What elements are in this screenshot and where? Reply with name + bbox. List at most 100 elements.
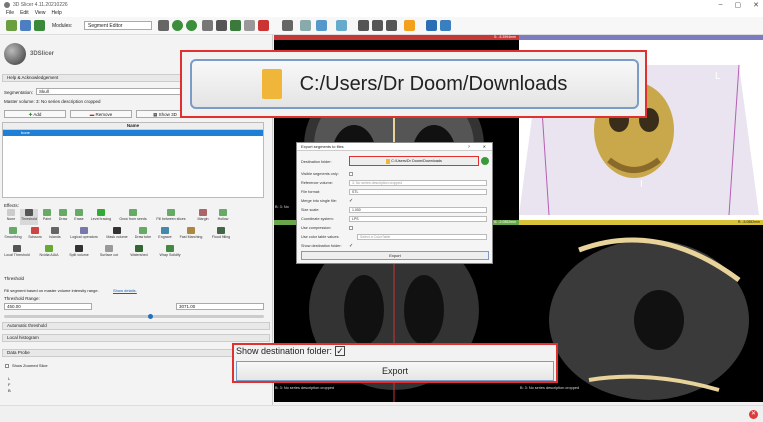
hollow-icon [219, 209, 227, 216]
coordinate-system-select[interactable]: LPS [349, 216, 487, 222]
effect-none[interactable]: None [2, 209, 20, 225]
mouse-mode-icon[interactable] [300, 20, 311, 31]
models-icon[interactable] [230, 20, 241, 31]
show-details-link[interactable]: Show details. [113, 288, 137, 293]
color-table-select[interactable]: Select a ColorTable [357, 234, 487, 240]
effect-draw-tube[interactable]: Draw tube [132, 227, 154, 243]
threshold-max-input[interactable]: 3071.00 [176, 303, 264, 310]
visible-segments-checkbox[interactable] [349, 172, 353, 176]
effect-local-threshold[interactable]: Local Threshold [2, 245, 32, 261]
show-zoomed-slice-checkbox[interactable]: Show Zoomed Slice [5, 363, 48, 368]
automatic-threshold-section[interactable]: Automatic threshold [2, 322, 270, 330]
remove-segment-button[interactable]: ▬ Remove [70, 110, 132, 118]
effect-hollow[interactable]: Hollow [214, 209, 232, 225]
effect-watershed[interactable]: Watershed [126, 245, 152, 261]
destination-folder-button[interactable]: C:/Users/Dr Doom/Downloads [349, 156, 479, 166]
minimize-icon[interactable]: – [719, 1, 723, 9]
transforms-icon[interactable] [244, 20, 255, 31]
table-row[interactable]: bone [3, 130, 263, 136]
effect-label: Split volume [69, 253, 89, 257]
menu-file[interactable]: File [6, 10, 14, 16]
effects-label: Effects: [4, 203, 19, 208]
dialog-export-button[interactable]: Export [301, 251, 489, 260]
effect-split-volume[interactable]: Split volume [66, 245, 92, 261]
menu-help[interactable]: Help [51, 10, 61, 16]
reference-volume-field[interactable]: 3: No series description cropped [349, 180, 487, 186]
merge-checkbox[interactable]: ✓ [349, 198, 353, 204]
modules-label: Modules: [52, 23, 73, 29]
volumes-icon[interactable] [216, 20, 227, 31]
add-segment-button[interactable]: ✚ Add [4, 110, 66, 118]
file-format-select[interactable]: STL [349, 189, 487, 195]
back-icon[interactable] [172, 20, 183, 31]
zoomed-checkbox[interactable]: ✓ [335, 346, 346, 356]
close-icon[interactable]: ✕ [483, 143, 486, 151]
effect-nvidia-aiaa[interactable]: Nvidia AIAA [36, 245, 62, 261]
export-zoom-callout: Show destination folder: ✓ Export [232, 343, 558, 383]
module-history-icon[interactable] [158, 20, 169, 31]
maximize-icon[interactable]: ▢ [735, 1, 742, 9]
help-icon[interactable]: ? [468, 143, 470, 151]
zoomed-destination-button[interactable]: C:/Users/Dr Doom/Downloads [190, 59, 639, 109]
effect-flood-filling[interactable]: Flood filling [208, 227, 234, 243]
load-data-icon[interactable] [6, 20, 17, 31]
color-table-value: Select a ColorTable [360, 235, 391, 239]
place-fiducial-icon[interactable] [316, 20, 327, 31]
save-icon[interactable] [34, 20, 45, 31]
destination-value: C:/Users/Dr Doom/Downloads [391, 159, 442, 163]
effect-wrap-solidify[interactable]: Wrap Solidify [156, 245, 184, 261]
markups-icon[interactable] [258, 20, 269, 31]
dialog-export-label: Export [389, 253, 401, 258]
extension-icon[interactable] [386, 20, 397, 31]
effect-scissors[interactable]: Scissors [26, 227, 44, 243]
dicom-icon[interactable] [20, 20, 31, 31]
checkbox-box[interactable] [5, 363, 9, 368]
open-folder-icon[interactable] [481, 157, 489, 165]
master-volume-value[interactable]: 3: No series description cropped [36, 99, 101, 104]
compression-checkbox[interactable] [349, 226, 353, 230]
close-icon[interactable]: ✕ [753, 1, 759, 9]
threshold-min-input[interactable]: 450.00 [4, 303, 92, 310]
name-column-header: Name [126, 123, 140, 128]
zoomed-export-button[interactable]: Export [236, 361, 554, 381]
orientation-label-i: I [640, 179, 643, 190]
effect-threshold[interactable]: Threshold [20, 209, 38, 225]
effect-label: Local Threshold [4, 253, 30, 257]
crosshair-mode-icon[interactable] [336, 20, 347, 31]
show-destination-checkbox[interactable]: ✓ [349, 243, 353, 249]
effect-fast-marching[interactable]: Fast Marching [178, 227, 204, 243]
nvidia-icon [45, 245, 53, 252]
data-module-icon[interactable] [202, 20, 213, 31]
effect-islands[interactable]: Islands [46, 227, 64, 243]
threshold-description: Fill segment based on master volume inte… [4, 288, 99, 293]
error-log-icon[interactable]: ✕ [749, 410, 758, 419]
effect-logical-operators[interactable]: Logical operators [66, 227, 102, 243]
effect-level-tracing[interactable]: Level tracing [88, 209, 114, 225]
effect-mask-volume[interactable]: Mask volume [104, 227, 130, 243]
data-probe-section[interactable]: Data Probe [2, 349, 270, 357]
threshold-range-slider[interactable] [4, 314, 264, 319]
scissors-icon [31, 227, 39, 234]
local-histogram-section[interactable]: Local histogram [2, 334, 270, 342]
compression-label: Use compression: [301, 226, 332, 230]
python-console-icon[interactable] [426, 20, 437, 31]
size-scale-input[interactable]: 1.000 [349, 207, 487, 213]
module-selector[interactable]: Segment Editor [84, 21, 152, 30]
forward-icon[interactable] [186, 20, 197, 31]
effect-surface-cut[interactable]: Surface cut [96, 245, 122, 261]
effect-engrave[interactable]: Engrave [156, 227, 174, 243]
effect-smoothing[interactable]: Smoothing [2, 227, 24, 243]
scene-view-icon[interactable] [372, 20, 383, 31]
effect-grow-from-seeds[interactable]: Grow from seeds [118, 209, 148, 225]
crosshair-icon[interactable] [404, 20, 415, 31]
effect-fill-between-slices[interactable]: Fill between slices [152, 209, 190, 225]
effect-margin[interactable]: Margin [194, 209, 212, 225]
menu-view[interactable]: View [35, 10, 46, 16]
effect-label: Scissors [28, 235, 42, 239]
layout-icon[interactable] [282, 20, 293, 31]
screenshot-icon[interactable] [358, 20, 369, 31]
python-icon[interactable] [440, 20, 451, 31]
menu-edit[interactable]: Edit [20, 10, 29, 16]
slider-handle[interactable] [148, 314, 153, 319]
effect-erase[interactable]: Erase [70, 209, 88, 225]
